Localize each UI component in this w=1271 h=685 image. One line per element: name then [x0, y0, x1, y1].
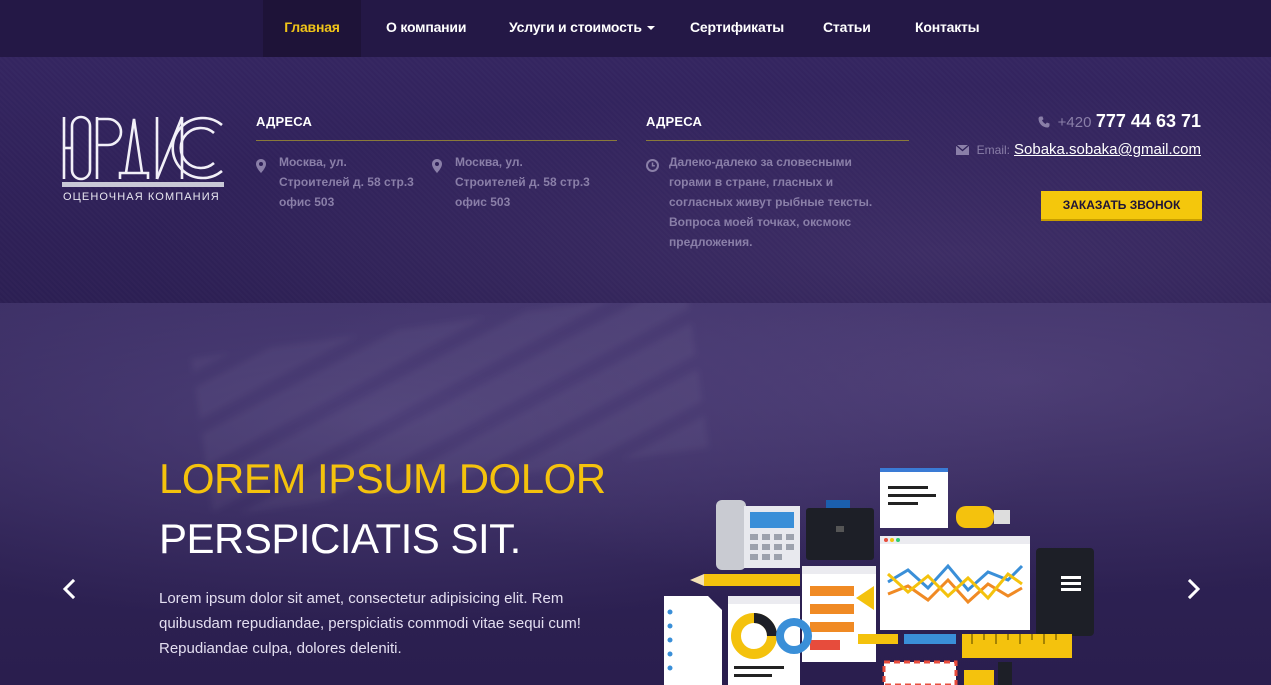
hours-divider [646, 140, 909, 141]
notepad-icon [880, 468, 948, 528]
hours-line-4: Вопроса моей точках, оксмокс [669, 215, 852, 229]
top-navigation: Главная О компании Услуги и стоимость Се… [0, 0, 1271, 57]
nav-item-certificates[interactable]: Сертификаты [690, 0, 784, 57]
nav-item-services-label: Услуги и стоимость [509, 19, 642, 35]
clock-icon [646, 159, 659, 172]
briefcase-icon [806, 500, 874, 560]
office-illustration [664, 468, 1094, 685]
phone-number: 777 44 63 71 [1095, 111, 1201, 131]
task-list-icon [802, 566, 876, 662]
nav-item-about[interactable]: О компании [386, 0, 466, 57]
hours-text: Далеко-далеко за словесными горами в стр… [669, 152, 899, 252]
pencil-icon [690, 574, 800, 586]
logo-mark-icon [62, 115, 223, 181]
address-1-line2: Строителей д. 58 стр.3 [279, 175, 414, 189]
hours-line-1: Далеко-далеко за словесными [669, 155, 852, 169]
order-call-button[interactable]: ЗАКАЗАТЬ ЗВОНОК [1041, 191, 1202, 219]
phone-prefix: +420 [1057, 114, 1092, 131]
company-logo[interactable]: ОЦЕНОЧНАЯ КОМПАНИЯ [62, 115, 228, 207]
envelope-icon [882, 660, 958, 685]
tablet-icon [1036, 548, 1094, 636]
phone-row[interactable]: +420 777 44 63 71 [1038, 111, 1201, 132]
line-chart-icon [880, 536, 1030, 630]
donut-chart-icon [728, 596, 812, 685]
nav-item-articles[interactable]: Статьи [823, 0, 871, 57]
hero-title-line2: PERSPICIATIS SIT. [159, 515, 521, 562]
addresses-divider [256, 140, 617, 141]
phone-icon [1038, 116, 1050, 128]
map-pin-icon [256, 159, 266, 173]
address-2: Москва, ул. Строителей д. 58 стр.3 офис … [455, 152, 590, 212]
email-row: Email: Sobaka.sobaka@gmail.com [955, 141, 1201, 159]
logo-subtitle: ОЦЕНОЧНАЯ КОМПАНИЯ [63, 191, 220, 203]
address-2-line3: офис 503 [455, 195, 511, 209]
email-link[interactable]: Sobaka.sobaka@gmail.com [1014, 141, 1201, 158]
chevron-right-icon[interactable] [1182, 575, 1206, 603]
address-2-line1: Москва, ул. [455, 155, 523, 169]
hero-title-line1: LOREM IPSUM DOLOR [159, 455, 606, 502]
chevron-left-icon[interactable] [57, 575, 81, 603]
caret-down-icon [646, 26, 655, 30]
hours-line-5: предложения. [669, 235, 753, 249]
addresses-title: АДРЕСА [256, 114, 313, 129]
address-1-line1: Москва, ул. [279, 155, 347, 169]
nav-item-home[interactable]: Главная [263, 0, 361, 57]
mail-icon [955, 145, 969, 155]
address-1: Москва, ул. Строителей д. 58 стр.3 офис … [279, 152, 414, 212]
hours-title: АДРЕСА [646, 114, 703, 129]
hours-line-2: горами в стране, гласных и [669, 175, 834, 189]
hours-line-3: согласных живут рыбные тексты. [669, 195, 873, 209]
usb-drive-icon [956, 506, 1010, 528]
sticky-notes-icon [858, 634, 956, 644]
address-1-line3: офис 503 [279, 195, 335, 209]
logo-underline [62, 182, 224, 187]
map-pin-icon [432, 159, 442, 173]
office-phone-icon [716, 500, 800, 570]
hero-description: Lorem ipsum dolor sit amet, consectetur … [159, 590, 581, 657]
stamp-icon [964, 662, 1012, 685]
nav-item-contacts[interactable]: Контакты [915, 0, 980, 57]
email-label: Email: [976, 143, 1010, 157]
address-2-line2: Строителей д. 58 стр.3 [455, 175, 590, 189]
ruler-icon [962, 634, 1072, 658]
nav-item-services[interactable]: Услуги и стоимость [509, 0, 655, 57]
spiral-notebook-icon [664, 596, 722, 685]
